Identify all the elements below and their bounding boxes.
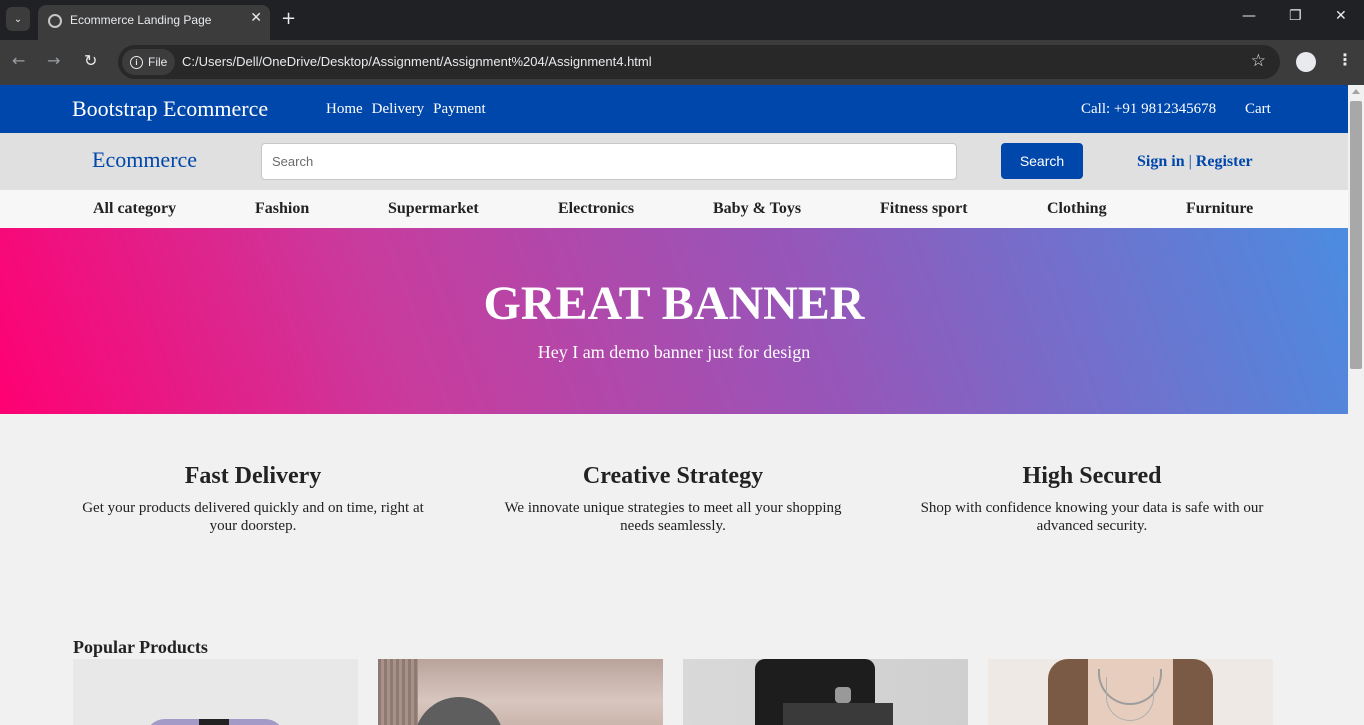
feature-title: Creative Strategy: [582, 463, 764, 489]
popular-products-heading: Popular Products: [73, 637, 208, 657]
feature-title: Fast Delivery: [184, 463, 322, 489]
nav-payment-link[interactable]: Payment: [433, 101, 486, 118]
top-nav-links: Home Delivery Payment: [326, 101, 486, 118]
page-scrollbar[interactable]: [1348, 85, 1364, 725]
tab-title: Ecommerce Landing Page: [70, 13, 212, 27]
search-input[interactable]: [261, 143, 957, 180]
nav-home-link[interactable]: Home: [326, 101, 363, 118]
file-label: File: [148, 55, 168, 69]
hero-banner: GREAT BANNER Hey I am demo banner just f…: [0, 228, 1348, 414]
product-image-chair[interactable]: [378, 659, 663, 725]
scroll-up-arrow-icon[interactable]: [1352, 89, 1360, 94]
site-info-chip[interactable]: i File: [122, 49, 176, 75]
call-link[interactable]: Call: +91 9812345678: [1081, 101, 1216, 118]
search-button[interactable]: Search: [1001, 143, 1083, 179]
category-electronics[interactable]: Electronics: [558, 200, 634, 218]
category-all[interactable]: All category: [93, 200, 176, 218]
banner-subtitle: Hey I am demo banner just for design: [537, 342, 811, 362]
category-furniture[interactable]: Furniture: [1186, 200, 1253, 218]
banner-title: GREAT BANNER: [483, 277, 865, 330]
feature-creative-strategy: Creative Strategy We innovate unique str…: [493, 463, 853, 535]
product-image-necklace[interactable]: [988, 659, 1273, 725]
globe-icon: [48, 14, 62, 28]
tab-search-icon[interactable]: ⌄: [6, 7, 30, 31]
feature-title: High Secured: [1022, 463, 1162, 489]
search-header: Ecommerce Search Sign in | Register: [0, 133, 1348, 190]
back-icon[interactable]: ←: [12, 51, 25, 70]
brand-title[interactable]: Bootstrap Ecommerce: [72, 96, 268, 122]
close-icon[interactable]: ✕: [250, 10, 262, 26]
feature-text: Shop with confidence knowing your data i…: [920, 500, 1264, 534]
feature-high-secured: High Secured Shop with confidence knowin…: [912, 463, 1272, 535]
address-bar[interactable]: i File C:/Users/Dell/OneDrive/Desktop/As…: [118, 45, 1280, 79]
nav-delivery-link[interactable]: Delivery: [372, 101, 424, 118]
more-menu-icon[interactable]: ⋮: [1337, 50, 1353, 69]
auth-links: Sign in | Register: [1137, 153, 1253, 171]
url-text[interactable]: C:/Users/Dell/OneDrive/Desktop/Assignmen…: [182, 54, 652, 69]
register-link[interactable]: Register: [1196, 153, 1253, 170]
profile-icon[interactable]: [1296, 52, 1316, 72]
category-baby-toys[interactable]: Baby & Toys: [713, 200, 801, 218]
sign-in-link[interactable]: Sign in: [1137, 153, 1185, 170]
category-fitness-sport[interactable]: Fitness sport: [880, 200, 968, 218]
restore-icon[interactable]: ❐: [1289, 8, 1302, 24]
auth-separator: |: [1188, 153, 1192, 170]
bookmark-star-icon[interactable]: ☆: [1251, 51, 1266, 71]
scroll-thumb[interactable]: [1350, 101, 1362, 369]
browser-toolbar: ← → ↻ i File C:/Users/Dell/OneDrive/Desk…: [0, 40, 1364, 85]
window-close-icon[interactable]: ✕: [1335, 8, 1347, 24]
reload-icon[interactable]: ↻: [84, 51, 97, 70]
category-nav: All category Fashion Supermarket Electro…: [0, 190, 1348, 228]
category-supermarket[interactable]: Supermarket: [388, 200, 479, 218]
product-image-watch[interactable]: [683, 659, 968, 725]
browser-tabbar: ⌄ Ecommerce Landing Page ✕ + — ❐ ✕: [0, 0, 1364, 40]
feature-text: Get your products delivered quickly and …: [82, 500, 424, 534]
page-viewport: Bootstrap Ecommerce Home Delivery Paymen…: [0, 85, 1348, 725]
feature-fast-delivery: Fast Delivery Get your products delivere…: [73, 463, 433, 535]
category-fashion[interactable]: Fashion: [255, 200, 309, 218]
site-logo[interactable]: Ecommerce: [92, 147, 197, 173]
cart-link[interactable]: Cart: [1245, 101, 1271, 118]
minimize-icon[interactable]: —: [1242, 8, 1256, 24]
browser-tab[interactable]: Ecommerce Landing Page ✕: [38, 5, 270, 40]
feature-text: We innovate unique strategies to meet al…: [504, 500, 842, 534]
category-clothing[interactable]: Clothing: [1047, 200, 1107, 218]
new-tab-icon[interactable]: +: [281, 8, 296, 29]
top-navbar: Bootstrap Ecommerce Home Delivery Paymen…: [0, 85, 1348, 133]
info-icon: i: [130, 55, 143, 69]
product-image-scale[interactable]: [73, 659, 358, 725]
forward-icon[interactable]: →: [47, 51, 60, 70]
